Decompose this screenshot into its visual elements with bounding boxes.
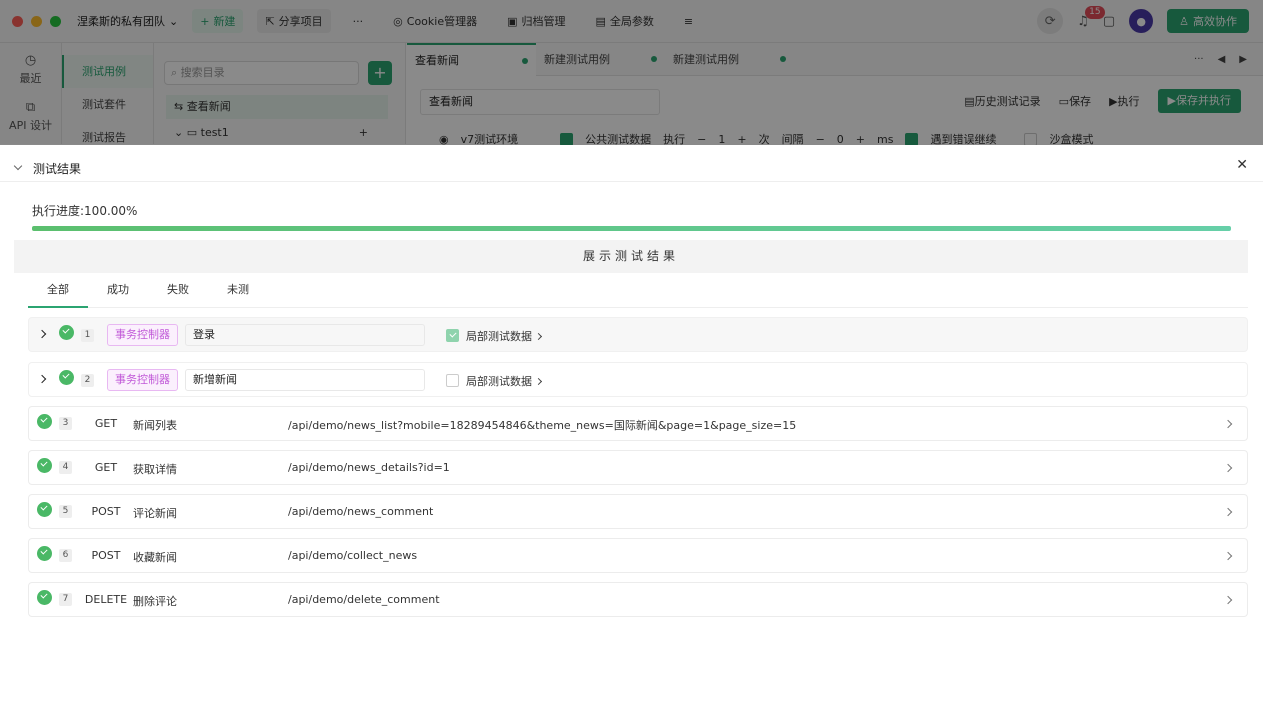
chevron-right-icon[interactable] xyxy=(1223,595,1233,605)
api-path: /api/demo/collect_news xyxy=(288,549,418,562)
local-data-label: 局部测试数据 xyxy=(466,330,532,343)
local-data-label: 局部测试数据 xyxy=(466,375,532,388)
controller-name-input[interactable]: 登录 xyxy=(185,324,425,346)
controller-row[interactable]: 1 事务控制器 登录 局部测试数据 xyxy=(28,317,1248,352)
success-icon xyxy=(37,458,52,473)
progress-bar xyxy=(32,226,1231,231)
api-name: 删除评论 xyxy=(133,595,177,608)
local-data-checkbox[interactable] xyxy=(446,329,459,342)
api-path: /api/demo/delete_comment xyxy=(288,593,440,606)
chevron-right-icon[interactable] xyxy=(1223,419,1233,429)
result-filter-tabs: 全部 成功 失败 未测 xyxy=(28,276,1248,308)
controller-name-input[interactable]: 新增新闻 xyxy=(185,369,425,391)
api-name: 新闻列表 xyxy=(133,419,177,432)
api-name: 获取详情 xyxy=(133,463,177,476)
api-path: /api/demo/news_comment xyxy=(288,505,434,518)
chevron-right-icon xyxy=(534,332,543,341)
progress-text: 执行进度:100.00% xyxy=(32,204,138,218)
chevron-right-icon[interactable] xyxy=(1223,507,1233,517)
api-path: /api/demo/news_details?id=1 xyxy=(288,461,450,474)
progress-fill xyxy=(32,226,1231,231)
close-icon[interactable]: ✕ xyxy=(1236,157,1248,173)
success-icon xyxy=(37,546,52,561)
collapse-icon[interactable] xyxy=(13,161,23,171)
success-icon xyxy=(37,590,52,605)
local-data-link[interactable]: 局部测试数据 xyxy=(466,328,543,344)
modal-overlay[interactable] xyxy=(0,0,1263,145)
http-method: DELETE xyxy=(84,593,128,606)
tab-failed[interactable]: 失败 xyxy=(148,276,208,308)
tab-all[interactable]: 全部 xyxy=(28,276,88,308)
request-row[interactable]: 6 POST 收藏新闻 /api/demo/collect_news xyxy=(28,538,1248,573)
api-name: 收藏新闻 xyxy=(133,551,177,564)
step-index: 3 xyxy=(59,417,72,430)
http-method: GET xyxy=(94,417,118,430)
step-index: 6 xyxy=(59,549,72,562)
step-index: 2 xyxy=(81,374,94,387)
success-icon xyxy=(37,502,52,517)
panel-header: 测试结果 ✕ xyxy=(0,145,1263,182)
controller-tag: 事务控制器 xyxy=(107,369,178,391)
http-method: POST xyxy=(91,505,121,518)
request-row[interactable]: 5 POST 评论新闻 /api/demo/news_comment xyxy=(28,494,1248,529)
api-path: /api/demo/news_list?mobile=18289454846&t… xyxy=(288,419,797,432)
show-results-banner[interactable]: 展示测试结果 xyxy=(14,240,1248,273)
success-icon xyxy=(59,370,74,385)
chevron-right-icon[interactable] xyxy=(1223,463,1233,473)
tab-untested[interactable]: 未测 xyxy=(208,276,268,308)
request-row[interactable]: 4 GET 获取详情 /api/demo/news_details?id=1 xyxy=(28,450,1248,485)
tab-success[interactable]: 成功 xyxy=(88,276,148,308)
api-name: 评论新闻 xyxy=(133,507,177,520)
controller-tag: 事务控制器 xyxy=(107,324,178,346)
http-method: POST xyxy=(91,549,121,562)
step-index: 7 xyxy=(59,593,72,606)
expand-icon[interactable] xyxy=(37,374,47,384)
controller-row[interactable]: 2 事务控制器 新增新闻 局部测试数据 xyxy=(28,362,1248,397)
success-icon xyxy=(37,414,52,429)
request-row[interactable]: 7 DELETE 删除评论 /api/demo/delete_comment xyxy=(28,582,1248,617)
expand-icon[interactable] xyxy=(37,329,47,339)
local-data-link[interactable]: 局部测试数据 xyxy=(466,373,543,389)
step-index: 5 xyxy=(59,505,72,518)
local-data-checkbox[interactable] xyxy=(446,374,459,387)
request-row[interactable]: 3 GET 新闻列表 /api/demo/news_list?mobile=18… xyxy=(28,406,1248,441)
step-index: 4 xyxy=(59,461,72,474)
success-icon xyxy=(59,325,74,340)
chevron-right-icon[interactable] xyxy=(1223,551,1233,561)
test-result-panel: 测试结果 ✕ 执行进度:100.00% 展示测试结果 全部 成功 失败 未测 1… xyxy=(0,145,1263,720)
step-index: 1 xyxy=(81,329,94,342)
chevron-right-icon xyxy=(534,377,543,386)
panel-title: 测试结果 xyxy=(33,162,82,176)
http-method: GET xyxy=(94,461,118,474)
